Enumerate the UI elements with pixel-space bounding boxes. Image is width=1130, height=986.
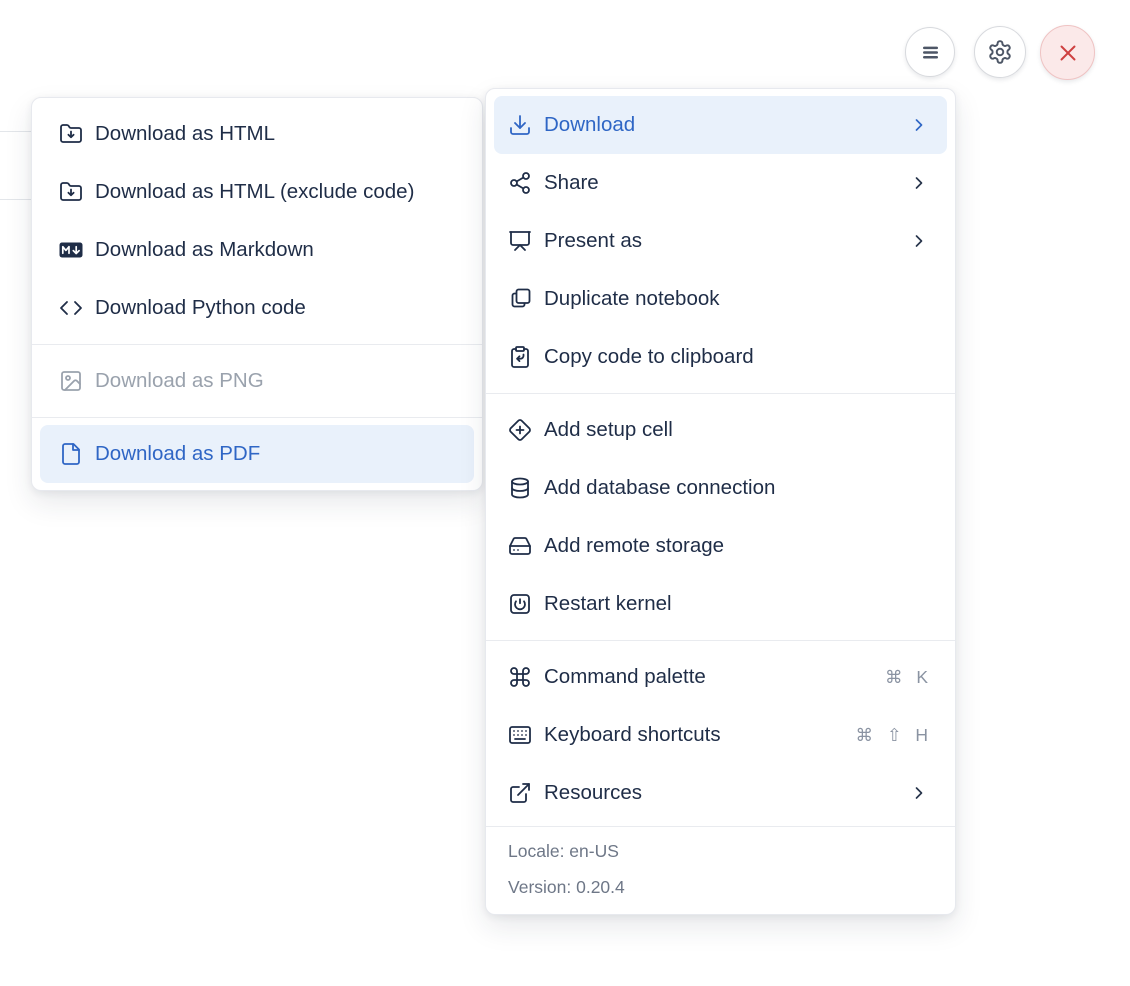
menu-item-label: Copy code to clipboard <box>544 345 754 368</box>
menu-item-label: Present as <box>544 229 642 252</box>
version-text: Version: 0.20.4 <box>508 877 625 897</box>
chevron-right-icon <box>909 173 929 193</box>
download-icon <box>508 113 532 137</box>
download-submenu: Download as HTML Download as HTML (exclu… <box>31 97 483 491</box>
background-cell-border <box>0 199 31 200</box>
clipboard-copy-icon <box>508 345 532 369</box>
folder-down-icon <box>59 180 83 204</box>
menu-item-label: Resources <box>544 781 642 804</box>
hard-drive-icon <box>508 534 532 558</box>
chevron-right-icon <box>909 783 929 803</box>
menu-item-label: Add database connection <box>544 476 776 499</box>
app-canvas: Download as HTML Download as HTML (exclu… <box>0 0 1130 986</box>
chevron-right-icon <box>909 231 929 251</box>
file-icon <box>59 442 83 466</box>
share-icon <box>508 171 532 195</box>
chevron-right-icon <box>909 115 929 135</box>
command-icon <box>508 665 532 689</box>
menu-item-download-as-png[interactable]: Download as PNG <box>32 352 482 410</box>
menu-item-copy-code[interactable]: Copy code to clipboard <box>486 328 955 386</box>
menu-separator <box>486 393 955 394</box>
image-icon <box>59 369 83 393</box>
menu-item-download-as-pdf[interactable]: Download as PDF <box>40 425 474 483</box>
menu-item-label: Keyboard shortcuts <box>544 723 721 746</box>
menu-item-label: Download as HTML (exclude code) <box>95 180 415 203</box>
shortcut-hint: ⌘ ⇧ H <box>855 724 929 745</box>
shortcut-hint: ⌘ K <box>884 666 929 687</box>
background-cell-border <box>0 131 31 132</box>
menu-item-label: Download as Markdown <box>95 238 314 261</box>
menu-item-label: Add setup cell <box>544 418 673 441</box>
code-icon <box>59 296 83 320</box>
menu-item-add-database-connection[interactable]: Add database connection <box>486 459 955 517</box>
diamond-plus-icon <box>508 418 532 442</box>
notebook-menu-button[interactable] <box>905 27 955 77</box>
menu-item-label: Download <box>544 113 636 136</box>
menu-item-label: Download as PNG <box>95 369 264 392</box>
database-icon <box>508 476 532 500</box>
menu-item-command-palette[interactable]: Command palette ⌘ K <box>486 648 955 706</box>
menu-item-label: Command palette <box>544 665 706 688</box>
keyboard-icon <box>508 723 532 747</box>
menu-item-duplicate-notebook[interactable]: Duplicate notebook <box>486 270 955 328</box>
menu-item-label: Download as PDF <box>95 442 261 465</box>
menu-item-label: Download Python code <box>95 296 306 319</box>
menu-item-download-as-html-exclude-code[interactable]: Download as HTML (exclude code) <box>32 163 482 221</box>
markdown-download-icon <box>59 238 83 262</box>
menu-item-resources[interactable]: Resources <box>486 764 955 822</box>
menu-separator <box>32 344 482 345</box>
gear-icon <box>987 39 1013 65</box>
external-link-icon <box>508 781 532 805</box>
menu-item-share[interactable]: Share <box>486 154 955 212</box>
menu-item-label: Duplicate notebook <box>544 287 720 310</box>
menu-item-label: Add remote storage <box>544 534 725 557</box>
menu-item-present-as[interactable]: Present as <box>486 212 955 270</box>
power-icon <box>508 592 532 616</box>
menu-item-download-as-html[interactable]: Download as HTML <box>32 105 482 163</box>
menu-item-add-remote-storage[interactable]: Add remote storage <box>486 517 955 575</box>
menu-icon <box>918 40 943 65</box>
presentation-icon <box>508 229 532 253</box>
locale-text: Locale: en-US <box>508 841 619 861</box>
menu-item-label: Download as HTML <box>95 122 276 145</box>
menu-item-label: Share <box>544 171 599 194</box>
close-icon <box>1055 40 1081 66</box>
menu-item-download[interactable]: Download <box>494 96 947 154</box>
notebook-menu: Download Share Present as Duplicate note… <box>485 88 956 915</box>
menu-item-download-as-markdown[interactable]: Download as Markdown <box>32 221 482 279</box>
menu-item-keyboard-shortcuts[interactable]: Keyboard shortcuts ⌘ ⇧ H <box>486 706 955 764</box>
shutdown-button[interactable] <box>1040 25 1095 80</box>
folder-down-icon <box>59 122 83 146</box>
menu-footer: Locale: en-US Version: 0.20.4 <box>486 826 955 907</box>
menu-item-restart-kernel[interactable]: Restart kernel <box>486 575 955 633</box>
menu-separator <box>32 417 482 418</box>
menu-separator <box>486 640 955 641</box>
menu-item-label: Restart kernel <box>544 592 672 615</box>
settings-button[interactable] <box>974 26 1026 78</box>
menu-item-add-setup-cell[interactable]: Add setup cell <box>486 401 955 459</box>
duplicate-icon <box>508 287 532 311</box>
menu-item-download-python-code[interactable]: Download Python code <box>32 279 482 337</box>
